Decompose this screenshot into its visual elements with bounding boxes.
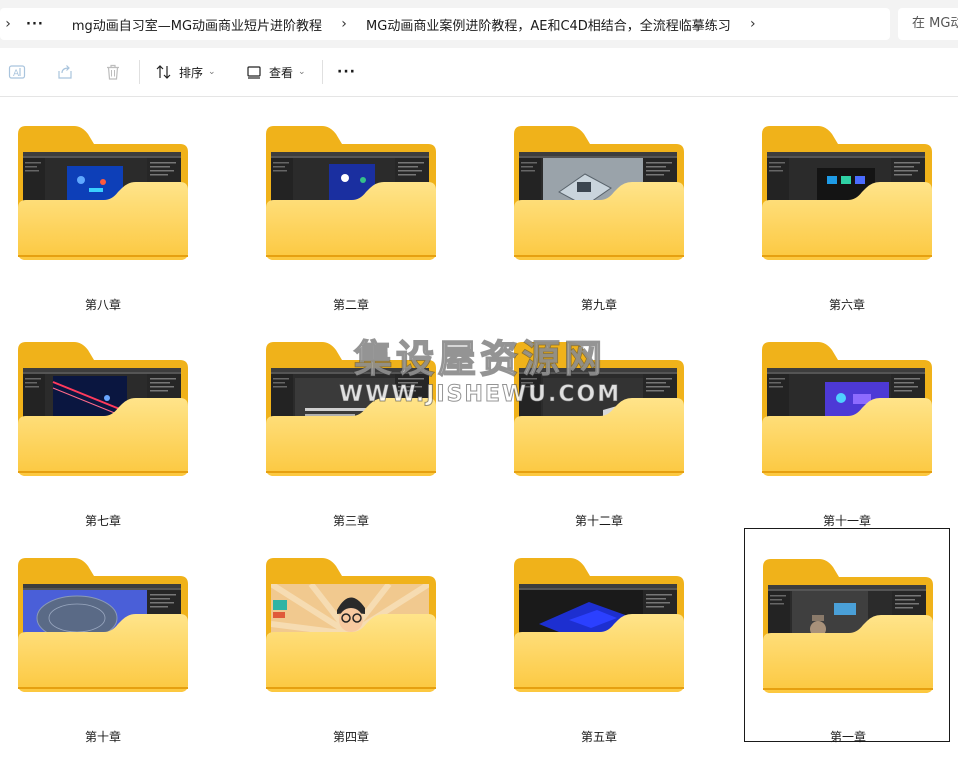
folder-front: [266, 342, 436, 476]
search-input[interactable]: 在 MG动画商业案例进阶教程，AE和C4D相结合，全流程临摹练习 中搜索: [898, 8, 958, 40]
folder-label: 第六章: [828, 298, 865, 312]
chevron-right-icon[interactable]: ›: [0, 16, 16, 32]
rename-icon: A: [8, 65, 26, 79]
folder-item[interactable]: 第十一章: [744, 312, 950, 528]
folder-label: 第七章: [84, 514, 121, 528]
folder-icon: [266, 558, 436, 692]
folder-icon: [18, 126, 188, 260]
folder-icon: [18, 558, 188, 692]
view-button[interactable]: 查看 ⌄: [245, 48, 306, 96]
folder-icon: [514, 126, 684, 260]
sort-button[interactable]: 排序 ⌄: [155, 48, 216, 96]
folder-front: [514, 126, 684, 260]
folder-label: 第一章: [829, 730, 866, 744]
folder-item[interactable]: 第五章: [496, 528, 702, 744]
breadcrumb[interactable]: › ··· mg动画自习室—MG动画商业短片进阶教程 › MG动画商业案例进阶教…: [0, 8, 890, 40]
folder-front: [514, 558, 684, 692]
folder-label: 第五章: [580, 730, 617, 744]
folder-label: 第十章: [84, 730, 121, 744]
share-icon: [58, 65, 72, 79]
chevron-down-icon: ⌄: [298, 67, 306, 77]
folder-icon: [514, 558, 684, 692]
folder-item[interactable]: 第十二章: [496, 312, 702, 528]
address-bar: › ··· mg动画自习室—MG动画商业短片进阶教程 › MG动画商业案例进阶教…: [0, 0, 958, 48]
folder-grid: 第八章 第二章 第九章 第六章 第七章 第三章 第十二章 第十一章 第十章 第四…: [0, 96, 958, 760]
folder-item[interactable]: 第六章: [744, 96, 950, 312]
toolbar-divider: [322, 60, 323, 84]
folder-label: 第八章: [84, 298, 121, 312]
folder-front: [763, 559, 933, 693]
folder-icon: [762, 342, 932, 476]
folder-item[interactable]: 第三章: [248, 312, 454, 528]
folder-front: [762, 126, 932, 260]
view-label: 查看: [269, 65, 294, 80]
folder-front: [762, 342, 932, 476]
sort-icon: [156, 65, 171, 79]
folder-item[interactable]: 第一章: [744, 528, 950, 744]
folder-item[interactable]: 第四章: [248, 528, 454, 744]
folder-front: [18, 558, 188, 692]
folder-label: 第十二章: [574, 514, 623, 528]
folder-icon: [514, 342, 684, 476]
more-options-button[interactable]: ···: [337, 48, 356, 96]
folder-item[interactable]: 第十章: [0, 528, 206, 744]
delete-button[interactable]: [104, 48, 122, 96]
breadcrumb-item-parent[interactable]: mg动画自习室—MG动画商业短片进阶教程: [58, 15, 336, 34]
chevron-right-icon[interactable]: ›: [336, 16, 352, 32]
view-icon: [247, 66, 261, 79]
folder-icon: [18, 342, 188, 476]
folder-item[interactable]: 第八章: [0, 96, 206, 312]
folder-label: 第三章: [332, 514, 369, 528]
folder-item[interactable]: 第二章: [248, 96, 454, 312]
sort-label: 排序: [179, 65, 204, 80]
folder-icon: [266, 342, 436, 476]
breadcrumb-overflow-button[interactable]: ···: [26, 17, 44, 32]
toolbar-divider: [139, 60, 140, 84]
folder-icon: [266, 126, 436, 260]
svg-text:A: A: [13, 69, 20, 79]
command-bar: A 排序 ⌄ 查看 ⌄ ···: [0, 48, 958, 97]
folder-label: 第四章: [332, 730, 369, 744]
folder-label: 第九章: [580, 298, 617, 312]
folder-icon: [763, 559, 933, 693]
share-button[interactable]: [56, 48, 74, 96]
chevron-down-icon: ⌄: [208, 67, 216, 77]
folder-front: [514, 342, 684, 476]
folder-front: [266, 126, 436, 260]
folder-item[interactable]: 第九章: [496, 96, 702, 312]
folder-icon: [762, 126, 932, 260]
breadcrumb-item-current[interactable]: MG动画商业案例进阶教程，AE和C4D相结合，全流程临摹练习: [352, 15, 745, 34]
folder-front: [18, 342, 188, 476]
folder-item[interactable]: 第七章: [0, 312, 206, 528]
rename-button[interactable]: A: [8, 48, 26, 96]
trash-icon: [107, 64, 119, 80]
folder-front: [266, 558, 436, 692]
folder-front: [18, 126, 188, 260]
folder-label: 第十一章: [822, 514, 871, 528]
folder-label: 第二章: [332, 298, 369, 312]
chevron-right-icon[interactable]: ›: [745, 16, 761, 32]
